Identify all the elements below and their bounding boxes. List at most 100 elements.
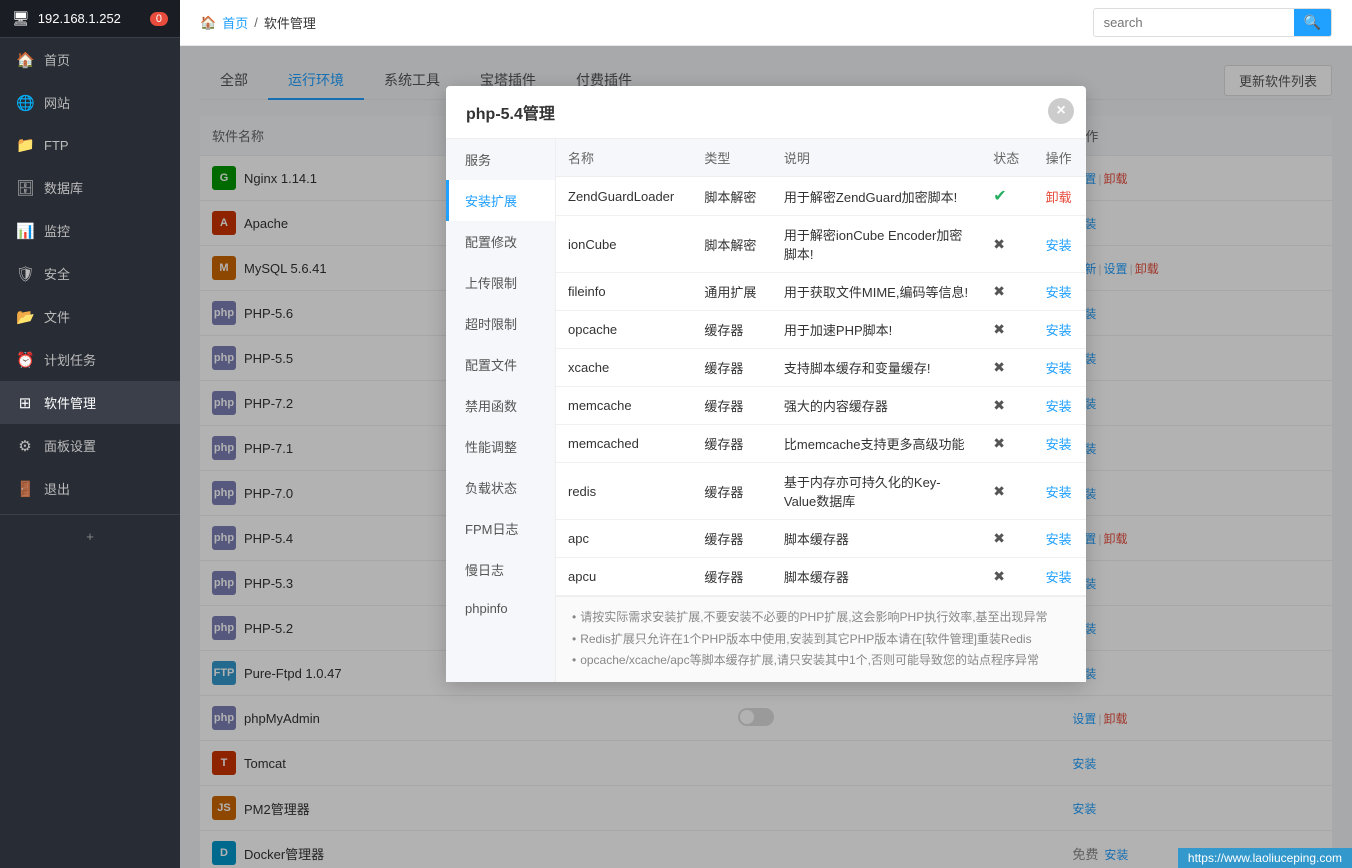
ext-type: 缓存器 xyxy=(692,425,772,463)
ext-action-btn-apcu[interactable]: 安装 xyxy=(1046,570,1072,585)
ext-action: 安装 xyxy=(1034,558,1086,596)
ext-status: ✖ xyxy=(981,387,1033,425)
ext-name: xcache xyxy=(556,349,692,387)
modal-note: •Redis扩展只允许在1个PHP版本中使用,安装到其它PHP版本请在[软件管理… xyxy=(572,629,1070,651)
modal-nav-install_ext[interactable]: 安装扩展 xyxy=(446,180,555,221)
breadcrumb-home[interactable]: 首页 xyxy=(222,13,248,32)
nav-label-files: 文件 xyxy=(44,307,70,326)
ext-action-btn-ZendGuardLoader[interactable]: 卸载 xyxy=(1046,190,1072,205)
breadcrumb-current: 软件管理 xyxy=(264,13,316,32)
ext-action-btn-opcache[interactable]: 安装 xyxy=(1046,323,1072,338)
ext-action-btn-apc[interactable]: 安装 xyxy=(1046,532,1072,547)
modal-nav-fpm_log[interactable]: FPM日志 xyxy=(446,508,555,549)
status-not-installed: ✖ xyxy=(993,483,1005,499)
nav-label-website: 网站 xyxy=(44,93,70,112)
modal-nav-slow_log[interactable]: 慢日志 xyxy=(446,549,555,590)
ext-col-desc: 说明 xyxy=(772,139,981,177)
sidebar-item-software[interactable]: ⊞软件管理 xyxy=(0,381,180,424)
status-not-installed: ✖ xyxy=(993,435,1005,451)
notification-badge: 0 xyxy=(150,12,168,26)
ext-action-btn-fileinfo[interactable]: 安装 xyxy=(1046,285,1072,300)
add-button[interactable]: + xyxy=(0,519,180,554)
ext-desc: 用于加速PHP脚本! xyxy=(772,311,981,349)
ext-action-btn-memcached[interactable]: 安装 xyxy=(1046,437,1072,452)
ext-type: 缓存器 xyxy=(692,520,772,558)
modal-close-button[interactable]: × xyxy=(1048,98,1074,124)
nav-icon-software: ⊞ xyxy=(16,394,34,412)
sidebar-item-website[interactable]: 🌐 网站 xyxy=(0,81,180,124)
ext-status: ✖ xyxy=(981,273,1033,311)
sidebar-header: 🖥 192.168.1.252 0 xyxy=(0,0,180,38)
ext-type: 通用扩展 xyxy=(692,273,772,311)
ext-action-btn-xcache[interactable]: 安装 xyxy=(1046,361,1072,376)
main-area: 🏠 首页 / 软件管理 🔍 全部 运行环境 系统工具 宝塔插件 付费插件 更新软… xyxy=(180,0,1352,868)
extension-table-wrap: 名称 类型 说明 状态 操作 ZendGuardLoader 脚本解密 用于解密… xyxy=(556,139,1086,596)
bullet-icon: • xyxy=(572,607,576,629)
modal-nav-config_mod[interactable]: 配置修改 xyxy=(446,221,555,262)
modal-nav-disable_fn[interactable]: 禁用函数 xyxy=(446,385,555,426)
sidebar-item-ftp[interactable]: 📁FTP xyxy=(0,124,180,166)
modal-note: •opcache/xcache/apc等脚本缓存扩展,请只安装其中1个,否则可能… xyxy=(572,650,1070,672)
ext-type: 缓存器 xyxy=(692,558,772,596)
modal-body: 服务安装扩展配置修改上传限制超时限制配置文件禁用函数性能调整负载状态FPM日志慢… xyxy=(446,139,1086,682)
ext-row: xcache 缓存器 支持脚本缓存和变量缓存! ✖ 安装 xyxy=(556,349,1086,387)
ext-status: ✖ xyxy=(981,311,1033,349)
bullet-icon: • xyxy=(572,650,576,672)
ext-action: 安装 xyxy=(1034,273,1086,311)
ext-action-btn-memcache[interactable]: 安装 xyxy=(1046,399,1072,414)
modal-title: php-5.4管理 xyxy=(466,100,555,124)
ext-type: 缓存器 xyxy=(692,349,772,387)
watermark: https://www.laoliuceping.com xyxy=(1178,848,1352,868)
ext-action-btn-redis[interactable]: 安装 xyxy=(1046,485,1072,500)
modal-nav-timeout[interactable]: 超时限制 xyxy=(446,303,555,344)
search-input[interactable] xyxy=(1094,10,1294,35)
ext-name: memcache xyxy=(556,387,692,425)
modal-nav-load_status[interactable]: 负载状态 xyxy=(446,467,555,508)
nav-icon-files: 📂 xyxy=(16,308,34,326)
ext-row: fileinfo 通用扩展 用于获取文件MIME,编码等信息! ✖ 安装 xyxy=(556,273,1086,311)
status-not-installed: ✖ xyxy=(993,283,1005,299)
modal-nav-upload_limit[interactable]: 上传限制 xyxy=(446,262,555,303)
nav-icon-security: 🛡 xyxy=(16,265,34,283)
nav-icon-home: 🏠 xyxy=(16,51,34,69)
ext-col-type: 类型 xyxy=(692,139,772,177)
sidebar-item-security[interactable]: 🛡安全 xyxy=(0,252,180,295)
note-text: opcache/xcache/apc等脚本缓存扩展,请只安装其中1个,否则可能导… xyxy=(580,650,1039,672)
home-icon: 🏠 xyxy=(200,15,216,31)
ext-name: ZendGuardLoader xyxy=(556,177,692,216)
nav-label-home: 首页 xyxy=(44,50,70,69)
modal-nav-config_file[interactable]: 配置文件 xyxy=(446,344,555,385)
extension-table: 名称 类型 说明 状态 操作 ZendGuardLoader 脚本解密 用于解密… xyxy=(556,139,1086,596)
sidebar-item-logout[interactable]: 🚪退出 xyxy=(0,467,180,510)
ext-status: ✖ xyxy=(981,558,1033,596)
sidebar-item-home[interactable]: 🏠 首页 xyxy=(0,38,180,81)
ext-name: apcu xyxy=(556,558,692,596)
note-text: Redis扩展只允许在1个PHP版本中使用,安装到其它PHP版本请在[软件管理]… xyxy=(580,629,1031,651)
modal-nav-service[interactable]: 服务 xyxy=(446,139,555,180)
sidebar-item-database[interactable]: 🗄数据库 xyxy=(0,166,180,209)
ext-action: 安装 xyxy=(1034,387,1086,425)
content-area: 全部 运行环境 系统工具 宝塔插件 付费插件 更新软件列表 软件名称 位置 状态… xyxy=(180,46,1352,868)
ext-action: 安装 xyxy=(1034,463,1086,520)
sidebar-item-crontab[interactable]: ⏰计划任务 xyxy=(0,338,180,381)
sidebar-item-files[interactable]: 📂 文件 xyxy=(0,295,180,338)
ext-action-btn-ionCube[interactable]: 安装 xyxy=(1046,238,1072,253)
sidebar-item-monitor[interactable]: 📊监控 xyxy=(0,209,180,252)
ext-desc: 基于内存亦可持久化的Key-Value数据库 xyxy=(772,463,981,520)
status-installed: ✔ xyxy=(993,188,1006,205)
ext-name: opcache xyxy=(556,311,692,349)
sidebar-item-panel[interactable]: ⚙面板设置 xyxy=(0,424,180,467)
modal-nav-perf[interactable]: 性能调整 xyxy=(446,426,555,467)
ext-row: ZendGuardLoader 脚本解密 用于解密ZendGuard加密脚本! … xyxy=(556,177,1086,216)
modal-nav-phpinfo[interactable]: phpinfo xyxy=(446,590,555,627)
ext-desc: 脚本缓存器 xyxy=(772,558,981,596)
ext-desc: 支持脚本缓存和变量缓存! xyxy=(772,349,981,387)
search-button[interactable]: 🔍 xyxy=(1294,9,1331,36)
nav-label-database: 数据库 xyxy=(44,178,83,197)
nav-icon-crontab: ⏰ xyxy=(16,351,34,369)
ext-status: ✖ xyxy=(981,349,1033,387)
ext-row: ionCube 脚本解密 用于解密ionCube Encoder加密脚本! ✖ … xyxy=(556,216,1086,273)
ext-row: apc 缓存器 脚本缓存器 ✖ 安装 xyxy=(556,520,1086,558)
nav-icon-website: 🌐 xyxy=(16,94,34,112)
ext-type: 缓存器 xyxy=(692,463,772,520)
